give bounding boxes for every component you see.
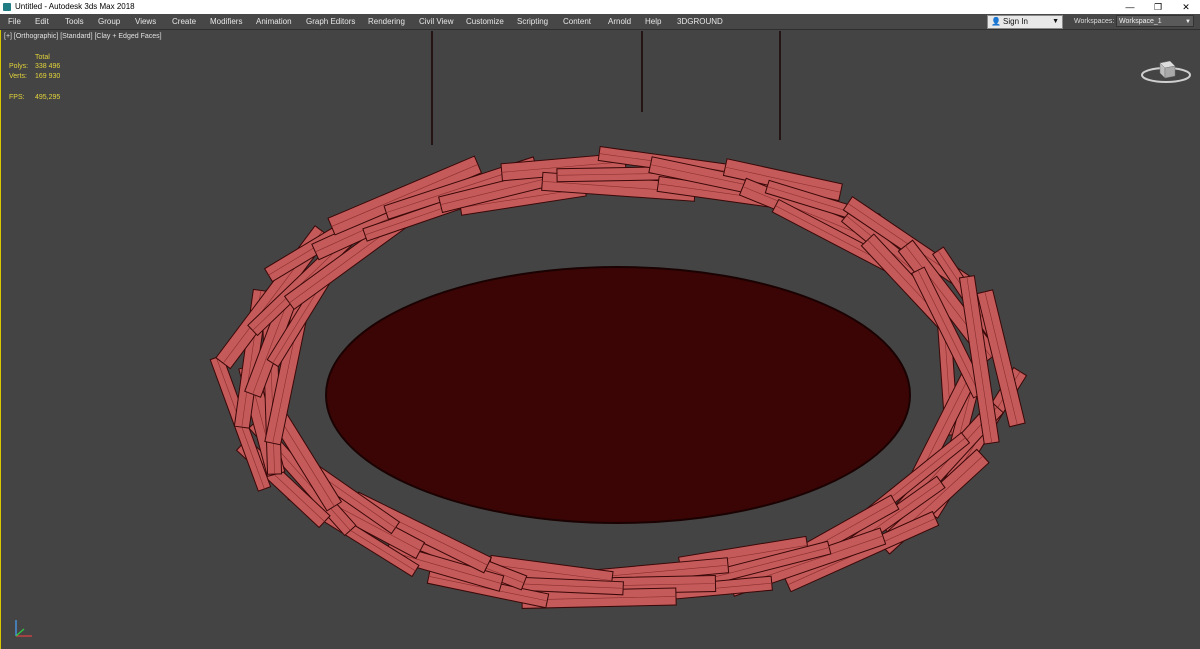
- viewport-label[interactable]: [+] [Orthographic] [Standard] [Clay + Ed…: [4, 33, 162, 40]
- hanging-cables: [431, 31, 781, 145]
- viewcube-icon[interactable]: [1138, 58, 1194, 88]
- stats-fps-value: 495,295: [35, 94, 61, 101]
- stats-fps-label: FPS:: [9, 94, 25, 101]
- stats-total-label: Total: [35, 54, 50, 61]
- nest-interior: [325, 266, 911, 524]
- axis-gizmo-icon: [15, 620, 32, 637]
- stats-verts-value: 169 930: [35, 73, 61, 80]
- stats-polys-label: Polys:: [9, 63, 29, 70]
- stats-polys-value: 338 496: [35, 63, 61, 70]
- stats-verts-label: Verts:: [9, 73, 27, 80]
- viewport-scene[interactable]: [0, 0, 1200, 649]
